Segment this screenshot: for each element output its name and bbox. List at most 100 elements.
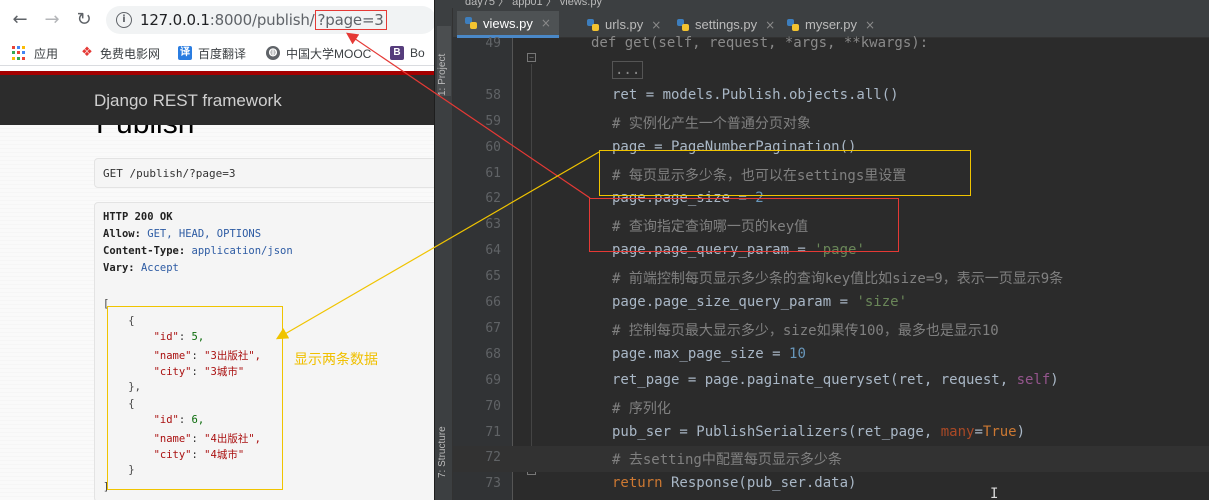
line-number: 61 (485, 165, 501, 181)
bookmark-label: 百度翻译 (198, 46, 247, 61)
python-file-icon (677, 18, 689, 31)
line-number: 58 (485, 87, 501, 103)
line-number: 72 (485, 450, 501, 466)
python-file-icon (587, 18, 599, 31)
code-text: ret_page = page.paginate_queryset(ret, r… (612, 371, 1059, 388)
code-line[interactable]: 72 # 去setting中配置每页显示多少条 (453, 446, 1209, 473)
code-text: def get(self, request, *args, **kwargs): (591, 35, 929, 51)
bookmark-movie-site[interactable]: ❖ 免费电影网 (80, 45, 160, 61)
code-line[interactable]: 68 page.max_page_size = 10 (453, 343, 1209, 369)
apps-grid-icon (12, 46, 26, 60)
bookmark-label: Bo (410, 46, 425, 60)
code-line[interactable]: 65 # 前端控制每页显示多少条的查询key值比如size=9，表示一页显示9条 (453, 265, 1209, 291)
line-number: 49 (485, 36, 501, 51)
response-status: HTTP 200 OK (103, 211, 173, 223)
movie-site-icon: ❖ (80, 45, 94, 60)
url-query-highlight: ?page=3 (314, 10, 387, 30)
text-cursor-icon: I (990, 486, 999, 500)
bookmark-label: 中国大学MOOC (286, 46, 372, 61)
code-text: ... (612, 60, 644, 79)
code-text: ret = models.Publish.objects.all() (612, 86, 899, 103)
url-host: 127.0.0.1 (140, 11, 210, 29)
structure-tool-button[interactable]: 7: Structure (437, 408, 451, 478)
code-line[interactable]: 66 page.page_size_query_param = 'size' (453, 291, 1209, 317)
code-text: # 去setting中配置每页显示多少条 (612, 452, 842, 469)
code-line[interactable]: 70 # 序列化 (453, 395, 1209, 421)
bookmark-bootstrap[interactable]: B Bo (390, 45, 425, 61)
code-line[interactable]: 73 return Response(pub_ser.data) (453, 472, 1209, 498)
bookmark-baidu-translate[interactable]: 译 百度翻译 (178, 45, 246, 61)
bookmark-mooc[interactable]: ◍ 中国大学MOOC (266, 45, 371, 61)
close-icon[interactable]: × (865, 18, 875, 32)
line-number: 64 (485, 243, 501, 259)
python-file-icon (465, 17, 477, 29)
info-icon[interactable]: i (116, 12, 132, 28)
response-header: Content-Type: application/json (103, 245, 293, 257)
bookmark-label: 应用 (34, 46, 59, 61)
browser-toolbar: ← → ↻ i 127.0.0.1:8000/publish/?page=3 (0, 0, 434, 40)
annotation-label: 显示两条数据 (294, 352, 378, 368)
annotation-page-size-box (599, 150, 971, 196)
code-text: page.page_size_query_param = 'size' (612, 294, 908, 310)
code-line[interactable]: 58 ret = models.Publish.objects.all() (453, 84, 1209, 110)
address-bar[interactable]: i 127.0.0.1:8000/publish/?page=3 (106, 6, 434, 34)
tab-label: urls.py (605, 17, 644, 32)
url-path: :8000/publish/ (209, 11, 315, 29)
line-number: 71 (485, 424, 501, 440)
tab-label: views.py (483, 15, 533, 31)
reload-icon[interactable]: ↻ (72, 8, 96, 32)
tool-window-strip: 1: Project 7: Structure (435, 8, 453, 500)
code-text: page.max_page_size = 10 (612, 345, 806, 362)
response-header: Vary: Accept (103, 262, 179, 274)
line-number: 60 (485, 139, 501, 155)
line-number: 66 (485, 295, 501, 310)
python-file-icon (787, 18, 799, 31)
code-text: # 控制每页最大显示多少，size如果传100，最多也是显示10 (612, 322, 999, 339)
bookmark-apps[interactable]: 应用 (12, 45, 58, 61)
code-text: # 序列化 (612, 400, 671, 417)
drf-navbar: Django REST framework (0, 71, 434, 125)
browser-window: ← → ↻ i 127.0.0.1:8000/publish/?page=3 应… (0, 0, 434, 500)
line-number: 69 (485, 372, 501, 388)
line-number: 63 (485, 217, 501, 233)
breadcrumb-text: day75 〉 app01 〉 views.py (465, 0, 602, 8)
baidu-translate-icon: 译 (178, 46, 192, 60)
code-text: # 实例化产生一个普通分页对象 (612, 115, 811, 132)
drf-brand-link[interactable]: Django REST framework (94, 91, 282, 111)
code-line[interactable]: 49 def get(self, request, *args, **kwargs… (453, 32, 1209, 58)
annotation-page-query-param-box (589, 198, 899, 252)
tab-label: myser.py (805, 17, 858, 32)
globe-icon: ◍ (266, 46, 280, 60)
code-line[interactable]: 69 ret_page = page.paginate_queryset(ret,… (453, 369, 1209, 395)
line-number: 68 (485, 346, 501, 362)
code-line[interactable]: 71 pub_ser = PublishSerializers(ret_page,… (453, 421, 1209, 447)
code-line[interactable]: 67 # 控制每页最大显示多少，size如果传100，最多也是显示10 (453, 317, 1209, 343)
code-text: pub_ser = PublishSerializers(ret_page, m… (612, 423, 1026, 440)
url-text[interactable]: 127.0.0.1:8000/publish/?page=3 (140, 10, 387, 30)
line-number: 70 (485, 398, 501, 414)
forward-arrow-icon[interactable]: → (40, 8, 64, 32)
line-number: 73 (485, 476, 501, 492)
code-text: return Response(pub_ser.data) (612, 475, 857, 492)
line-number: 65 (485, 269, 501, 285)
line-number: 67 (485, 320, 501, 336)
close-icon[interactable]: × (765, 18, 775, 32)
bookmarks-bar: 应用 ❖ 免费电影网 译 百度翻译 ◍ 中国大学MOOC B Bo (0, 40, 434, 66)
tab-label: settings.py (695, 17, 758, 32)
bookmark-label: 免费电影网 (100, 46, 161, 61)
annotation-json-highlight-box (107, 306, 283, 490)
close-icon[interactable]: × (541, 16, 551, 30)
request-info: GET /publish/?page=3 (94, 158, 434, 188)
project-tool-button[interactable]: 1: Project (437, 26, 451, 96)
response-header: Allow: GET, HEAD, OPTIONS (103, 228, 262, 240)
back-arrow-icon[interactable]: ← (8, 8, 32, 32)
line-number: 59 (485, 113, 501, 129)
close-icon[interactable]: × (651, 18, 661, 32)
code-text: # 前端控制每页显示多少条的查询key值比如size=9，表示一页显示9条 (612, 271, 1064, 288)
ide-breadcrumb: day75 〉 app01 〉 views.py (435, 0, 1209, 8)
line-number: 62 (485, 191, 501, 207)
code-line[interactable]: 59 # 实例化产生一个普通分页对象 (453, 110, 1209, 136)
bootstrap-b-icon: B (390, 46, 404, 60)
request-line: GET /publish/?page=3 (103, 167, 236, 180)
code-line[interactable]: ... (453, 58, 1209, 84)
